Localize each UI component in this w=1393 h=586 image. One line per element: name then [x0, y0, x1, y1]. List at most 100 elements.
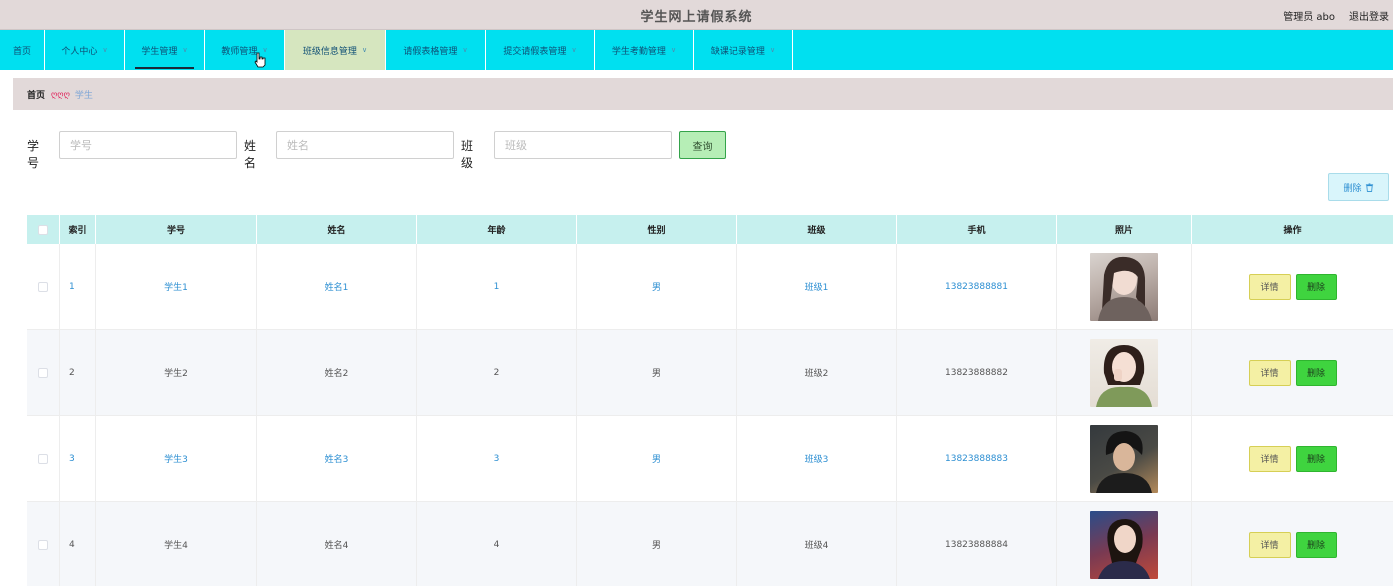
class-input[interactable]	[494, 131, 672, 159]
student-no-cell: 学生4	[96, 502, 257, 586]
row-select-cell	[27, 330, 60, 415]
class-cell: 班级1	[737, 244, 897, 329]
gender-cell: 男	[577, 502, 737, 586]
bulk-delete-button[interactable]: 删除	[1328, 173, 1389, 201]
table-row: 2 学生2 姓名2 2 男 班级2 13823888882 详情 删除	[27, 330, 1393, 416]
student-no-cell: 学生2	[96, 330, 257, 415]
table-header: 索引 学号 姓名 年龄 性别 班级 手机 照片 操作	[27, 215, 1393, 244]
chevron-down-icon: ∨	[102, 46, 108, 54]
top-header: 学生网上请假系统 管理员 abo 退出登录	[0, 0, 1393, 30]
class-label: 班级	[461, 139, 474, 170]
nav-item-leave-forms[interactable]: 请假表格管理 ∨	[386, 30, 486, 70]
nav-label: 班级信息管理	[302, 46, 357, 57]
chevron-down-icon: ∨	[361, 46, 368, 54]
name-cell: 姓名4	[257, 502, 417, 586]
column-header: 索引	[60, 215, 96, 244]
nav-item-home[interactable]: 首页	[0, 30, 45, 70]
nav-item-students[interactable]: 学生管理 ∨	[125, 30, 205, 70]
select-all-cell	[27, 215, 60, 244]
name-cell: 姓名3	[257, 416, 417, 501]
query-button[interactable]: 查询	[679, 131, 726, 159]
student-no-input[interactable]	[59, 131, 237, 159]
row-checkbox[interactable]	[38, 367, 48, 378]
nav-item-classes[interactable]: 班级信息管理 ∨	[285, 30, 386, 70]
nav-label: 缺课记录管理	[710, 46, 765, 57]
bulk-delete-label: 删除	[1343, 183, 1362, 194]
class-cell: 班级4	[737, 502, 897, 586]
index-cell: 2	[60, 330, 96, 415]
column-header: 班级	[737, 215, 897, 244]
breadcrumb: 首页 ღღღ 学生	[13, 78, 1393, 110]
photo-cell	[1057, 330, 1192, 415]
select-all-checkbox[interactable]	[38, 224, 48, 235]
age-cell: 1	[417, 244, 577, 329]
nav-item-attendance[interactable]: 学生考勤管理 ∨	[595, 30, 694, 70]
chevron-down-icon: ∨	[182, 46, 188, 54]
phone-cell: 13823888881	[897, 244, 1057, 329]
column-header: 操作	[1283, 226, 1302, 236]
row-checkbox[interactable]	[38, 281, 48, 292]
age-cell: 4	[417, 502, 577, 586]
photo-cell	[1057, 502, 1192, 586]
class-cell: 班级3	[737, 416, 897, 501]
column-header: 学号	[96, 215, 257, 244]
student-no-label: 学号	[27, 139, 40, 170]
table-row: 3 学生3 姓名3 3 男 班级3 13823888883 详情 删除	[27, 416, 1393, 502]
student-photo	[1090, 510, 1158, 579]
nav-label: 学生考勤管理	[611, 46, 666, 57]
trash-icon	[1365, 182, 1373, 192]
nav-label: 首页	[12, 46, 31, 57]
nav-label: 请假表格管理	[403, 46, 458, 57]
table-row: 4 学生4 姓名4 4 男 班级4 13823888884 详情 删除	[27, 502, 1393, 586]
hand-cursor-icon	[254, 52, 266, 68]
detail-button[interactable]: 详情	[1248, 531, 1291, 558]
detail-button[interactable]: 详情	[1248, 273, 1291, 300]
column-header: 姓名	[257, 215, 417, 244]
logout-link[interactable]: 退出登录	[1349, 8, 1393, 23]
phone-cell: 13823888883	[897, 416, 1057, 501]
delete-button[interactable]: 删除	[1295, 531, 1337, 558]
column-header: 性别	[577, 215, 737, 244]
column-header: 照片	[1057, 215, 1192, 244]
row-select-cell	[27, 502, 60, 586]
name-input[interactable]	[276, 131, 454, 159]
gender-cell: 男	[577, 330, 737, 415]
gender-cell: 男	[577, 416, 737, 501]
detail-button[interactable]: 详情	[1248, 445, 1291, 472]
class-cell: 班级2	[737, 330, 897, 415]
gender-cell: 男	[577, 244, 737, 329]
table-row: 1 学生1 姓名1 1 男 班级1 13823888881 详情 删除	[27, 244, 1393, 330]
nav-label: 学生管理	[141, 46, 178, 57]
name-label: 姓名	[244, 139, 257, 170]
delete-button[interactable]: 删除	[1295, 359, 1337, 386]
name-cell: 姓名2	[257, 330, 417, 415]
row-checkbox[interactable]	[38, 539, 48, 550]
delete-button[interactable]: 删除	[1295, 273, 1337, 300]
detail-button[interactable]: 详情	[1248, 359, 1291, 386]
nav-item-teachers[interactable]: 教师管理 ∨	[205, 30, 285, 70]
actions-cell: 详情 删除	[1192, 244, 1393, 329]
index-cell: 1	[60, 244, 96, 329]
phone-cell: 13823888884	[897, 502, 1057, 586]
row-checkbox[interactable]	[38, 453, 48, 464]
index-cell: 4	[60, 502, 96, 586]
student-no-cell: 学生1	[96, 244, 257, 329]
nav-label: 提交请假表管理	[503, 46, 567, 57]
breadcrumb-home[interactable]: 首页	[27, 88, 45, 101]
phone-cell: 13823888882	[897, 330, 1057, 415]
student-photo	[1090, 338, 1158, 407]
breadcrumb-current: 学生	[74, 90, 93, 101]
column-header: 年龄	[417, 215, 577, 244]
student-photo	[1090, 252, 1158, 321]
admin-name: 管理员 abo	[1283, 12, 1335, 23]
nav-item-absence[interactable]: 缺课记录管理 ∨	[694, 30, 793, 70]
nav-label: 教师管理	[221, 46, 258, 57]
student-photo	[1090, 424, 1158, 493]
photo-cell	[1057, 244, 1192, 329]
column-header: 手机	[897, 215, 1057, 244]
nav-label: 个人中心	[61, 46, 98, 57]
age-cell: 3	[417, 416, 577, 501]
delete-button[interactable]: 删除	[1295, 445, 1337, 472]
nav-item-submit-leave[interactable]: 提交请假表管理 ∨	[486, 30, 595, 70]
nav-item-personal[interactable]: 个人中心 ∨	[45, 30, 125, 70]
